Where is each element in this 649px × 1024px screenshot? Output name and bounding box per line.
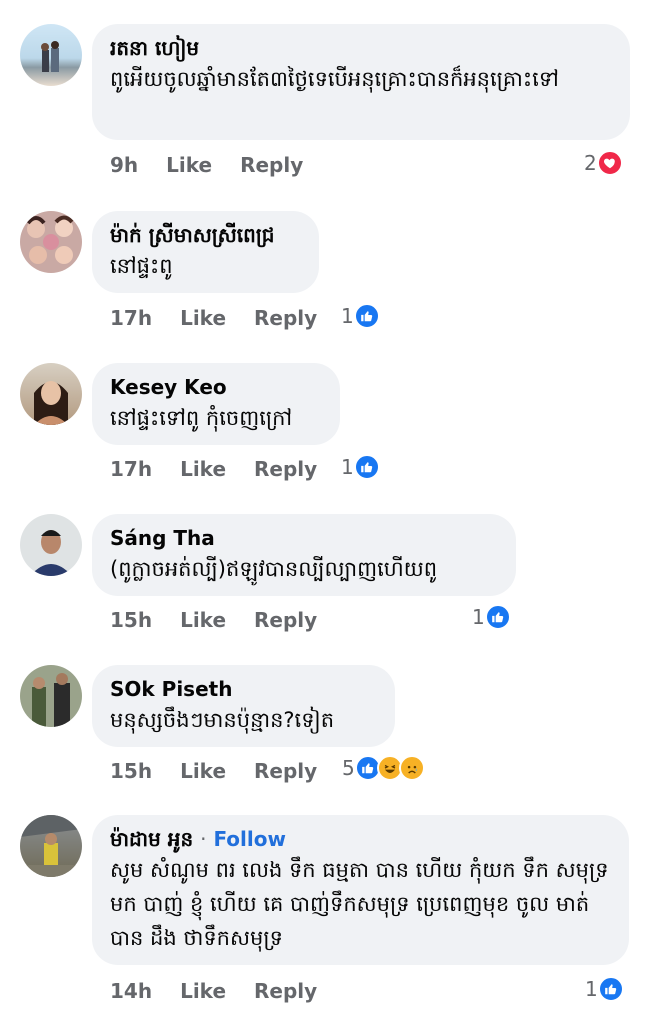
comment-bubble: SOk Piseth មនុស្សចឹងៗមានប៉ុន្មាន?ទៀត — [92, 665, 395, 747]
like-button[interactable]: Like — [180, 457, 226, 481]
reply-button[interactable]: Reply — [254, 457, 317, 481]
reply-button[interactable]: Reply — [254, 608, 317, 632]
comment-author-row: ម៉ាដាម អូន · Follow — [110, 825, 611, 853]
comment-actions: 15h Like Reply — [110, 605, 317, 635]
avatar[interactable] — [20, 211, 82, 273]
reaction-count: 1 — [472, 605, 485, 629]
comment-time[interactable]: 17h — [110, 457, 152, 481]
comment-time[interactable]: 17h — [110, 306, 152, 330]
comment-time[interactable]: 14h — [110, 979, 152, 1003]
reaction-count: 5 — [342, 756, 355, 780]
like-icon — [597, 976, 624, 1002]
comment-bubble: ម៉ាដាម អូន · Follow សូម សំណូម ពរ លេង ទឹក… — [92, 815, 629, 965]
like-button[interactable]: Like — [180, 306, 226, 330]
comment-time[interactable]: 15h — [110, 608, 152, 632]
comment-time[interactable]: 9h — [110, 153, 138, 177]
comment-bubble: ម៉ាក់ ស្រីមាសស្រីពេជ្រ នៅផ្ទះពូ — [92, 211, 319, 293]
comment-time[interactable]: 15h — [110, 759, 152, 783]
comment-text: នៅផ្ទះទៅពូ កុំចេញក្រៅ — [110, 406, 293, 430]
like-button[interactable]: Like — [180, 608, 226, 632]
reaction-count: 1 — [341, 304, 354, 328]
reply-button[interactable]: Reply — [254, 759, 317, 783]
comment-actions: 17h Like Reply — [110, 303, 317, 333]
avatar[interactable] — [20, 24, 82, 86]
reaction-summary[interactable]: 1 — [472, 602, 511, 632]
love-icon — [596, 150, 623, 176]
comment-actions: 9h Like Reply — [110, 150, 303, 180]
reaction-count: 1 — [341, 455, 354, 479]
like-icon — [484, 604, 511, 630]
like-icon — [353, 454, 380, 480]
reply-button[interactable]: Reply — [240, 153, 303, 177]
separator-dot: · — [200, 827, 207, 851]
comment-actions: 15h Like Reply — [110, 756, 317, 786]
comment-author[interactable]: ម៉ាដាម អូន — [110, 827, 193, 851]
reaction-summary[interactable]: 5 — [342, 753, 425, 783]
avatar[interactable] — [20, 514, 82, 576]
like-icon — [353, 303, 380, 329]
comment-author[interactable]: SOk Piseth — [110, 675, 377, 703]
reply-button[interactable]: Reply — [254, 306, 317, 330]
comment-bubble: Kesey Keo នៅផ្ទះទៅពូ កុំចេញក្រៅ — [92, 363, 340, 445]
comment-author[interactable]: រតនា ហៀម — [110, 34, 612, 62]
comment-text: មនុស្សចឹងៗមានប៉ុន្មាន?ទៀត — [110, 708, 335, 732]
reply-button[interactable]: Reply — [254, 979, 317, 1003]
comment-actions: 14h Like Reply — [110, 976, 317, 1006]
reaction-count: 1 — [585, 977, 598, 1001]
avatar[interactable] — [20, 815, 82, 877]
comment-text: ពូអើយចូលឆ្នាំមានតែ៣ថ្ងៃទេបើអនុគ្រោះបានក៏… — [110, 67, 559, 91]
follow-button[interactable]: Follow — [213, 827, 286, 851]
comment-author[interactable]: Sáng Tha — [110, 524, 498, 552]
like-button[interactable]: Like — [180, 979, 226, 1003]
sad-icon — [398, 755, 425, 781]
avatar[interactable] — [20, 665, 82, 727]
reaction-summary[interactable]: 1 — [585, 974, 624, 1004]
comment-author[interactable]: ម៉ាក់ ស្រីមាសស្រីពេជ្រ — [110, 221, 301, 249]
reaction-summary[interactable]: 2 — [584, 148, 623, 178]
comment-bubble: រតនា ហៀម ពូអើយចូលឆ្នាំមានតែ៣ថ្ងៃទេបើអនុគ… — [92, 24, 630, 140]
comment-text: សូម សំណូម ពរ លេង ទឹក ធម្មតា បាន ហើយ កុំយ… — [110, 858, 609, 950]
comment-bubble: Sáng Tha (ពូក្លាចអត់ល្បី)ឥឡូវបានល្បីល្បា… — [92, 514, 516, 596]
like-button[interactable]: Like — [166, 153, 212, 177]
avatar[interactable] — [20, 363, 82, 425]
reaction-count: 2 — [584, 151, 597, 175]
comment-text: (ពូក្លាចអត់ល្បី)ឥឡូវបានល្បីល្បាញហើយពូ — [110, 557, 438, 581]
reaction-summary[interactable]: 1 — [341, 452, 380, 482]
comment-author[interactable]: Kesey Keo — [110, 373, 322, 401]
comment-actions: 17h Like Reply — [110, 454, 317, 484]
comment-text: នៅផ្ទះពូ — [110, 254, 173, 278]
like-button[interactable]: Like — [180, 759, 226, 783]
reaction-summary[interactable]: 1 — [341, 301, 380, 331]
